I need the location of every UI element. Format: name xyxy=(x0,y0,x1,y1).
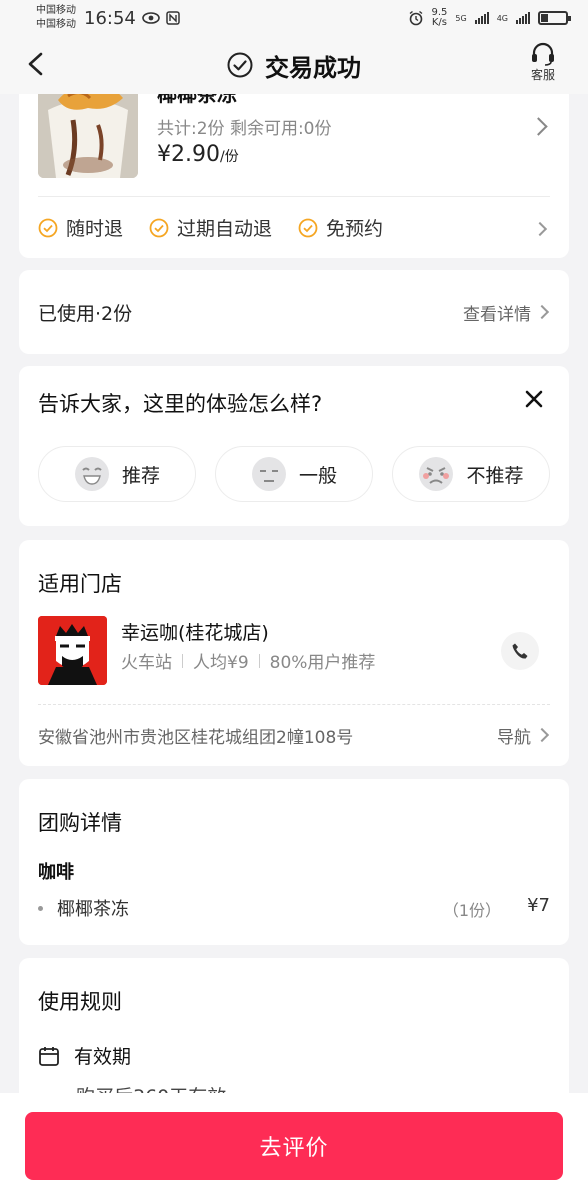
view-details-link[interactable]: 查看详情 xyxy=(463,300,531,325)
carrier-labels: 中国移动 中国移动 xyxy=(36,4,84,32)
check-circle-icon xyxy=(149,218,169,237)
happy-face-icon xyxy=(74,457,109,491)
store-logo[interactable] xyxy=(38,616,107,685)
review-prompt-card: 告诉大家，这里的体验怎么样? 推荐 一般 不推荐 xyxy=(19,366,569,526)
section-title: 团购详情 xyxy=(38,811,122,835)
tag-item: 过期自动退 xyxy=(149,214,272,241)
page-title: 交易成功 xyxy=(265,53,361,82)
status-time: 16:54 xyxy=(84,7,136,29)
dessert-image xyxy=(38,80,138,178)
section-title: 使用规则 xyxy=(38,990,122,1014)
bullet xyxy=(38,905,43,911)
item-qty: （1份） xyxy=(442,901,501,920)
angry-face-icon xyxy=(419,457,454,491)
net-speed: 9.5 K/s xyxy=(432,8,448,28)
status-right-icons: 9.5 K/s 5G 4G xyxy=(408,8,571,28)
chevron-right-icon xyxy=(534,727,550,743)
tag-item: 免预约 xyxy=(298,214,383,241)
validity-label: 有效期 xyxy=(74,1046,132,1068)
back-icon[interactable] xyxy=(26,52,46,76)
product-price: ¥2.90 xyxy=(157,142,220,167)
separator xyxy=(182,653,183,668)
tag-item: 随时退 xyxy=(38,214,123,241)
alarm-icon xyxy=(409,10,422,26)
navigate-link[interactable]: 导航 xyxy=(497,723,531,748)
status-left-icons xyxy=(142,11,180,25)
store-address: 安徽省池州市贵池区桂花城组团2幢108号 xyxy=(38,728,354,748)
page-title-group: 交易成功 xyxy=(227,48,361,83)
review-question: 告诉大家，这里的体验怎么样? xyxy=(38,392,323,416)
net-speed-unit: K/s xyxy=(431,17,448,28)
carrier-2: 中国移动 xyxy=(36,19,76,30)
neutral-face-icon xyxy=(251,457,286,491)
nfc-icon xyxy=(166,11,180,25)
store-name[interactable]: 幸运咖(桂花城店) xyxy=(121,618,269,645)
status-bar: 中国移动 中国移动 16:54 9.5 K/s 5G 4G xyxy=(0,0,588,36)
validity-row: 有效期 xyxy=(38,1042,131,1069)
top-nav-bar: 交易成功 客服 xyxy=(0,36,588,94)
write-review-button[interactable]: 去评价 xyxy=(25,1112,563,1180)
option-label: 一般 xyxy=(298,464,337,487)
option-label: 推荐 xyxy=(121,464,160,487)
net-type-1: 5G xyxy=(455,13,467,23)
option-label: 不推荐 xyxy=(466,464,524,487)
store-location: 火车站 xyxy=(121,653,172,673)
headset-icon xyxy=(532,42,554,66)
neutral-button[interactable]: 一般 xyxy=(215,446,373,502)
divider xyxy=(38,196,550,197)
item-name: 椰椰茶冻 xyxy=(57,899,129,920)
call-button[interactable] xyxy=(501,632,539,670)
list-item: 椰椰茶冻 xyxy=(38,895,129,921)
not-recommend-button[interactable]: 不推荐 xyxy=(392,446,550,502)
item-category: 咖啡 xyxy=(38,862,74,883)
group-details-card: 团购详情 咖啡 椰椰茶冻 （1份） ¥7 xyxy=(19,779,569,945)
service-label: 客服 xyxy=(530,68,555,82)
dashed-divider xyxy=(38,704,550,705)
tag-label: 免预约 xyxy=(326,218,384,240)
signal-icon xyxy=(474,12,489,24)
check-circle-icon xyxy=(38,218,58,237)
net-type-2: 4G xyxy=(496,13,508,23)
calendar-icon xyxy=(39,1046,59,1066)
battery-icon xyxy=(538,11,571,25)
store-meta: 火车站 人均¥9 80%用户推荐 xyxy=(121,648,375,673)
tag-label: 随时退 xyxy=(66,218,124,240)
phone-icon xyxy=(512,643,528,659)
eye-icon xyxy=(142,12,160,24)
item-price: ¥7 xyxy=(527,895,550,916)
customer-service-button[interactable]: 客服 xyxy=(526,42,560,83)
king-logo-icon xyxy=(38,616,107,685)
product-price-group: ¥2.90/份 xyxy=(157,142,239,167)
signal-icon-2 xyxy=(516,12,530,24)
used-count: 已使用·2份 xyxy=(38,303,133,325)
price-unit: /份 xyxy=(219,149,239,165)
tag-label: 过期自动退 xyxy=(177,218,273,240)
store-avg-price: 人均¥9 xyxy=(193,653,249,673)
bottom-action-bar: 去评价 xyxy=(0,1093,588,1200)
check-circle-icon xyxy=(298,218,318,237)
store-card: 适用门店 幸运咖(桂花城店) 火车站 人均¥9 80%用户推荐 安徽省池州市贵池… xyxy=(19,540,569,766)
recommend-button[interactable]: 推荐 xyxy=(38,446,196,502)
product-tags: 随时退 过期自动退 免预约 xyxy=(38,214,383,241)
product-thumbnail xyxy=(38,80,138,178)
product-summary: 共计:2份 剩余可用:0份 xyxy=(157,119,332,139)
store-recommend-rate: 80%用户推荐 xyxy=(269,653,376,673)
check-circle-icon xyxy=(227,52,253,78)
chevron-right-icon[interactable] xyxy=(532,221,548,237)
usage-card[interactable]: 已使用·2份 查看详情 xyxy=(19,270,569,354)
separator xyxy=(258,653,260,668)
close-icon[interactable] xyxy=(523,388,545,410)
chevron-right-icon xyxy=(534,304,550,320)
carrier-1: 中国移动 xyxy=(36,5,76,16)
chevron-right-icon xyxy=(529,117,548,136)
section-title: 适用门店 xyxy=(38,572,122,596)
